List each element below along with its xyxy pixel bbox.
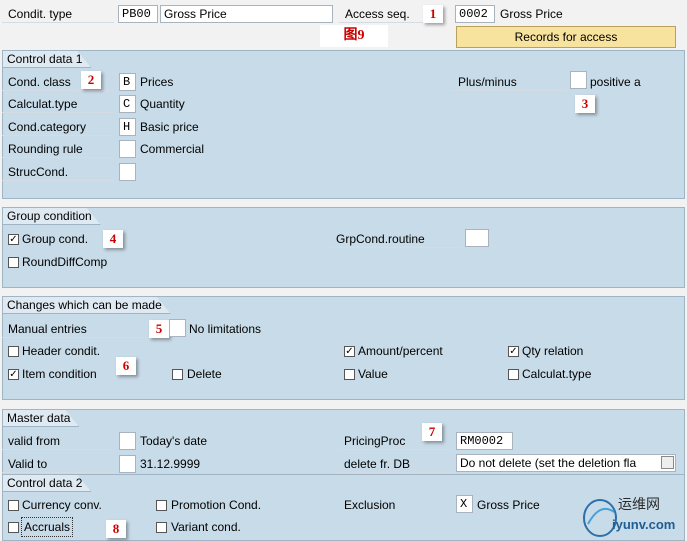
control-data-1-title: Control data 1 [3, 51, 91, 68]
figure-caption: 图9 [320, 25, 388, 47]
calculat-type-change-label: Calculat.type [522, 367, 592, 381]
marker-6: 6 [116, 357, 136, 375]
calculat-type-checkbox[interactable] [508, 369, 519, 380]
marker-3: 3 [575, 95, 595, 113]
control-data-2-title: Control data 2 [3, 475, 91, 492]
qty-relation-label: Qty relation [522, 344, 584, 358]
condit-type-field[interactable]: PB00 [118, 5, 158, 23]
manual-entries-desc: No limitations [189, 322, 262, 336]
cond-category-label: Cond.category [2, 118, 114, 136]
dropdown-icon[interactable] [661, 456, 674, 469]
variant-cond-label: Variant cond. [171, 520, 241, 534]
marker-8: 8 [106, 520, 126, 538]
valid-from-field[interactable] [119, 432, 136, 450]
promotion-cond-label: Promotion Cond. [171, 498, 262, 512]
condit-type-desc: Gross Price [160, 5, 333, 23]
condit-type-label: Condit. type [2, 5, 114, 23]
exclusion-label: Exclusion [344, 498, 396, 512]
cond-class-field[interactable]: B [119, 73, 136, 91]
struc-cond-label: StrucCond. [2, 163, 114, 181]
delete-label: Delete [187, 367, 222, 381]
rounding-rule-desc: Commercial [140, 142, 205, 156]
changes-title: Changes which can be made [3, 297, 171, 314]
amount-percent-label: Amount/percent [358, 344, 443, 358]
grpcond-routine-label: GrpCond.routine [330, 230, 462, 248]
watermark-text-cn: 运维网 [618, 497, 660, 513]
currency-conv-label: Currency conv. [22, 498, 102, 512]
marker-2: 2 [81, 71, 101, 89]
currency-conv-checkbox[interactable] [8, 500, 19, 511]
accruals-label: Accruals [20, 517, 74, 537]
valid-to-desc: 31.12.9999 [140, 457, 201, 471]
valid-to-field[interactable] [119, 455, 136, 473]
calculat-type-label: Calculat.type [2, 95, 114, 113]
delete-checkbox[interactable] [172, 369, 183, 380]
cond-category-desc: Basic price [140, 120, 199, 134]
variant-cond-checkbox[interactable] [156, 522, 167, 533]
marker-7: 7 [422, 423, 442, 441]
master-data-title: Master data [3, 410, 79, 427]
header-condit-checkbox[interactable] [8, 346, 19, 357]
delete-db-select[interactable]: Do not delete (set the deletion fla [456, 454, 676, 472]
access-seq-field[interactable]: 0002 [455, 5, 495, 23]
valid-to-label: Valid to [2, 455, 114, 473]
header-condit-label: Header condit. [22, 344, 101, 358]
calculat-type-desc: Quantity [140, 97, 185, 111]
pricing-proc-field[interactable]: RM0002 [456, 432, 513, 450]
group-cond-label: Group cond. [22, 232, 89, 246]
exclusion-field[interactable]: X [456, 495, 473, 513]
value-checkbox[interactable] [344, 369, 355, 380]
grpcond-routine-field[interactable] [465, 229, 489, 247]
promotion-cond-checkbox[interactable] [156, 500, 167, 511]
manual-entries-field[interactable] [169, 319, 186, 337]
calculat-type-field[interactable]: C [119, 95, 136, 113]
condition-type-screen: Condit. type PB00 Gross Price Access seq… [0, 0, 687, 541]
qty-relation-checkbox[interactable]: ✓ [508, 346, 519, 357]
rounding-rule-field[interactable] [119, 140, 136, 158]
accruals-checkbox[interactable] [8, 522, 19, 533]
group-cond-checkbox[interactable]: ✓ [8, 234, 19, 245]
watermark-logo: 运维网 iyunv.com [580, 492, 684, 540]
access-seq-desc: Gross Price [500, 7, 563, 21]
struc-cond-field[interactable] [119, 163, 136, 181]
manual-entries-label: Manual entries [2, 320, 169, 338]
records-for-access-button[interactable]: Records for access [456, 26, 676, 48]
access-seq-label: Access seq. [339, 5, 424, 23]
item-condition-label: Item condition [22, 367, 97, 381]
watermark-text-url: iyunv.com [612, 517, 676, 532]
marker-4: 4 [103, 230, 123, 248]
round-diff-label: RoundDiffComp [22, 255, 108, 269]
value-label: Value [358, 367, 388, 381]
marker-5: 5 [149, 320, 169, 338]
plus-minus-desc: positive a [590, 75, 641, 89]
valid-from-label: valid from [2, 432, 114, 450]
item-condition-checkbox[interactable]: ✓ [8, 369, 19, 380]
plus-minus-label: Plus/minus [452, 73, 567, 91]
marker-1: 1 [423, 5, 443, 23]
cond-category-field[interactable]: H [119, 118, 136, 136]
amount-percent-checkbox[interactable]: ✓ [344, 346, 355, 357]
round-diff-checkbox[interactable] [8, 257, 19, 268]
valid-from-desc: Today's date [140, 434, 208, 448]
plus-minus-field[interactable] [570, 71, 587, 89]
rounding-rule-label: Rounding rule [2, 140, 114, 158]
delete-db-label: delete fr. DB [338, 455, 453, 473]
exclusion-desc: Gross Price [477, 498, 540, 512]
group-condition-title: Group condition [3, 208, 101, 225]
cond-class-desc: Prices [140, 75, 174, 89]
